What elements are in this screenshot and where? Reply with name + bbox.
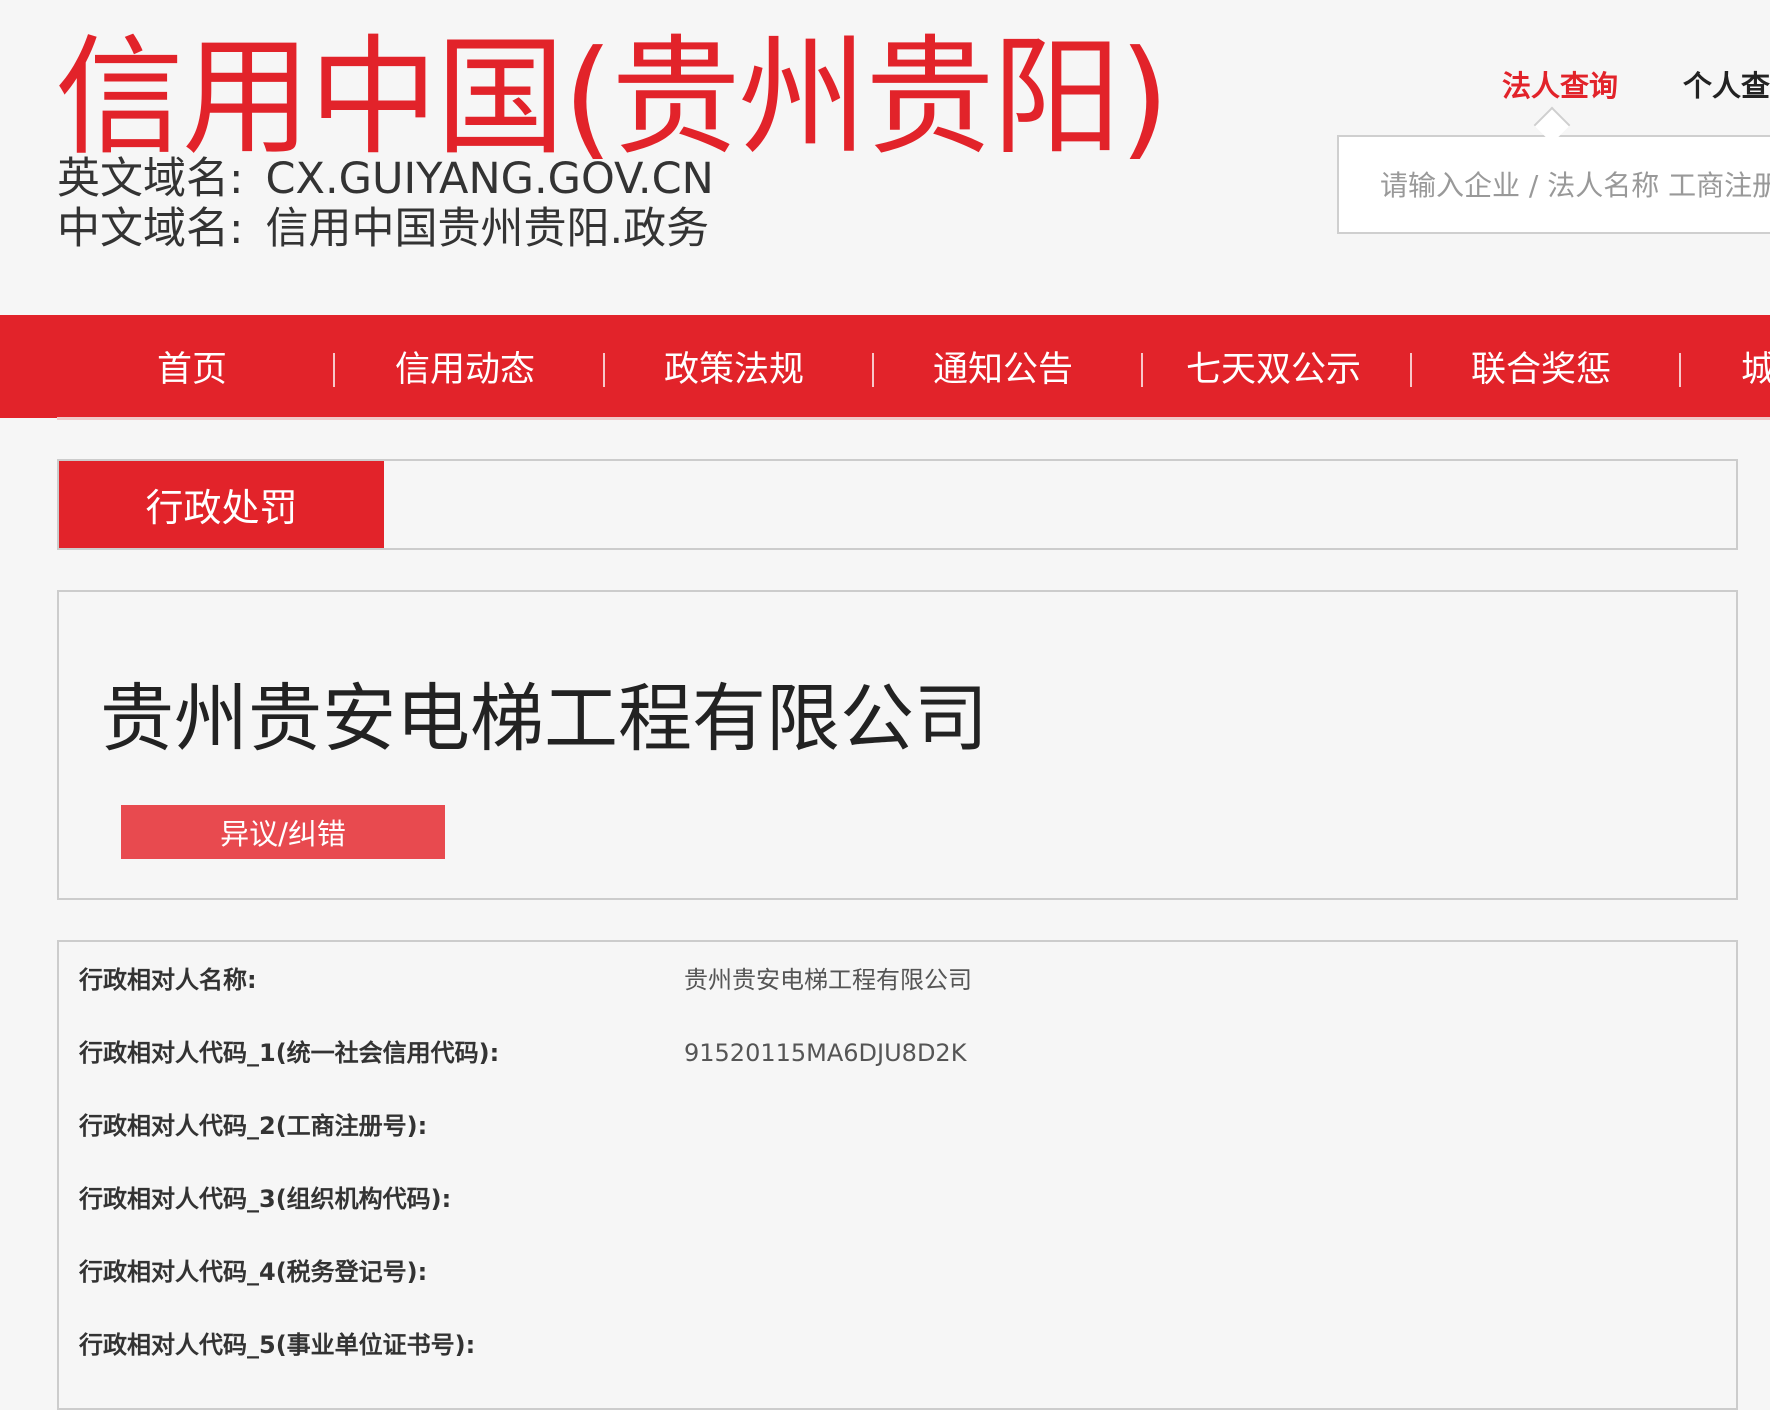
nav-divider [603, 353, 605, 387]
english-domain-label: 英文域名: [57, 154, 244, 204]
detail-row: 行政相对人代码_4(税务登记号): [59, 1252, 1736, 1292]
detail-label: 行政相对人代码_2(工商注册号): [79, 1112, 428, 1140]
company-card: 贵州贵安电梯工程有限公司 异议/纠错 [57, 590, 1738, 900]
english-domain-value: CX.GUIYANG.GOV.CN [265, 154, 714, 204]
dispute-correction-button[interactable]: 异议/纠错 [121, 805, 445, 859]
detail-row: 行政相对人代码_2(工商注册号): [59, 1106, 1736, 1146]
tab-administrative-penalty[interactable]: 行政处罚 [59, 461, 384, 548]
detail-row: 行政相对人代码_1(统一社会信用代码): 91520115MA6DJU8D2K [59, 1033, 1736, 1073]
nav-item-joint-rewards-penalties[interactable]: 联合奖惩 [1471, 315, 1611, 418]
chinese-domain: 中文域名: 信用中国贵州贵阳.政务 [57, 208, 709, 251]
detail-label: 行政相对人代码_1(统一社会信用代码): [79, 1039, 500, 1067]
nav-divider [872, 353, 874, 387]
detail-panel: 行政相对人名称: 贵州贵安电梯工程有限公司 行政相对人代码_1(统一社会信用代码… [57, 940, 1738, 1410]
nav-divider [1410, 353, 1412, 387]
nav-divider [333, 353, 335, 387]
search-box [1337, 135, 1770, 234]
english-domain: 英文域名: CX.GUIYANG.GOV.CN [57, 158, 714, 201]
nav-item-seven-day-disclosure[interactable]: 七天双公示 [1186, 315, 1361, 418]
chinese-domain-value: 信用中国贵州贵阳.政务 [265, 204, 710, 254]
detail-row: 行政相对人代码_3(组织机构代码): [59, 1179, 1736, 1219]
nav-item-notices[interactable]: 通知公告 [933, 315, 1073, 418]
detail-value: 91520115MA6DJU8D2K [684, 1039, 967, 1067]
detail-row: 行政相对人名称: 贵州贵安电梯工程有限公司 [59, 960, 1736, 1000]
detail-label: 行政相对人名称: [79, 966, 257, 994]
detail-label: 行政相对人代码_4(税务登记号): [79, 1258, 428, 1286]
detail-value: 贵州贵安电梯工程有限公司 [684, 966, 972, 994]
site-title: 信用中国(贵州贵阳) [55, 23, 1170, 173]
detail-label: 行政相对人代码_5(事业单位证书号): [79, 1331, 476, 1359]
chinese-domain-label: 中文域名: [57, 204, 244, 254]
tab-personal-query[interactable]: 个人查询 [1683, 72, 1770, 101]
company-name: 贵州贵安电梯工程有限公司 [100, 676, 988, 762]
tab-legal-person-query[interactable]: 法人查询 [1502, 72, 1618, 101]
nav-item-city[interactable]: 城市 [1741, 315, 1770, 418]
main-nav: 首页 信用动态 政策法规 通知公告 七天双公示 联合奖惩 城市 [0, 315, 1770, 418]
detail-label: 行政相对人代码_3(组织机构代码): [79, 1185, 452, 1213]
detail-row: 行政相对人代码_5(事业单位证书号): [59, 1325, 1736, 1365]
nav-item-credit-news[interactable]: 信用动态 [395, 315, 535, 418]
nav-item-home[interactable]: 首页 [157, 315, 227, 418]
search-input[interactable] [1378, 161, 1770, 209]
nav-divider [1141, 353, 1143, 387]
nav-underline [57, 417, 1770, 420]
nav-item-policies[interactable]: 政策法规 [664, 315, 804, 418]
section-tab-bar: 行政处罚 [57, 459, 1738, 550]
nav-divider [1679, 353, 1681, 387]
